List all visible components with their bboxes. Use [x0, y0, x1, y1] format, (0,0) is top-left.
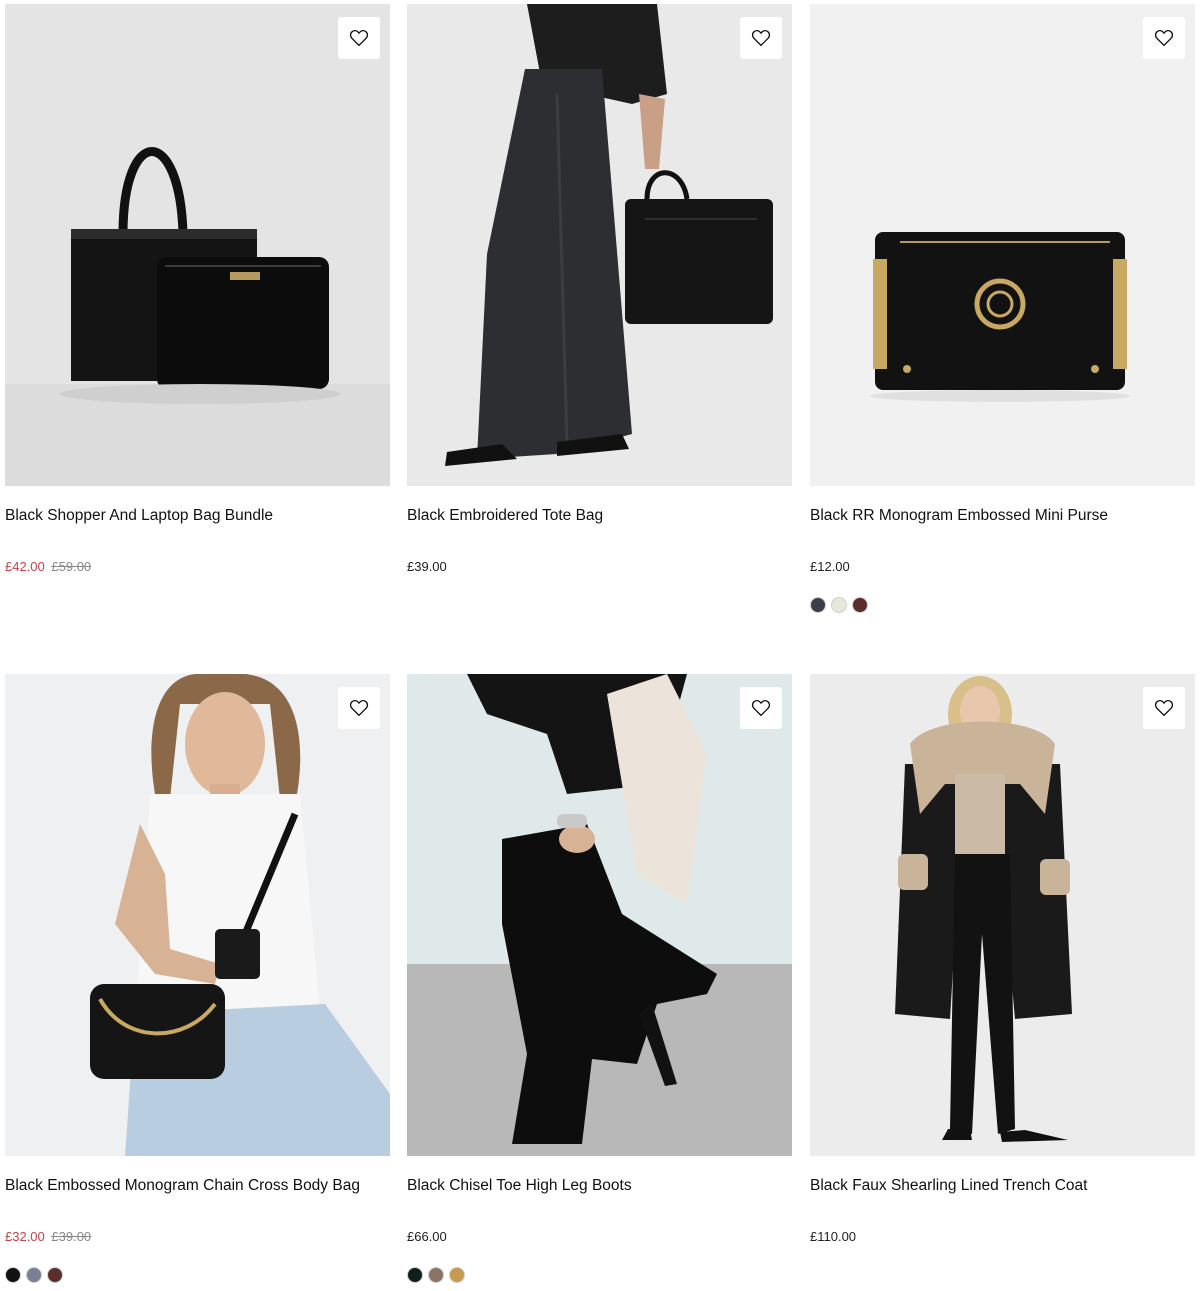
product-card[interactable]: Black RR Monogram Embossed Mini Purse £1… — [810, 4, 1195, 613]
heart-outline-icon — [1154, 700, 1174, 717]
product-grid: Black Shopper And Laptop Bag Bundle £42.… — [0, 0, 1200, 1291]
price: £12.00 — [810, 559, 850, 574]
heart-outline-icon — [751, 30, 771, 47]
wishlist-button[interactable] — [740, 17, 782, 59]
product-image[interactable] — [810, 4, 1195, 486]
price-row: £12.00 — [810, 559, 1195, 575]
heart-outline-icon — [349, 700, 369, 717]
product-card[interactable]: Black Embossed Monogram Chain Cross Body… — [5, 674, 390, 1283]
was-price: £39.00 — [51, 1229, 92, 1244]
color-swatch[interactable] — [449, 1267, 465, 1283]
color-swatches — [810, 597, 1195, 613]
color-swatch[interactable] — [810, 597, 826, 613]
product-card[interactable]: Black Shopper And Laptop Bag Bundle £42.… — [5, 4, 390, 575]
heart-outline-icon — [349, 30, 369, 47]
product-image[interactable] — [5, 674, 390, 1156]
product-title[interactable]: Black RR Monogram Embossed Mini Purse — [810, 506, 1195, 526]
product-card[interactable]: Black Chisel Toe High Leg Boots £66.00 — [407, 674, 792, 1283]
color-swatch[interactable] — [831, 597, 847, 613]
sale-price: £32.00 — [5, 1229, 45, 1244]
product-image[interactable] — [5, 4, 390, 486]
color-swatch[interactable] — [47, 1267, 63, 1283]
product-card[interactable]: Black Faux Shearling Lined Trench Coat £… — [810, 674, 1195, 1245]
wishlist-button[interactable] — [740, 687, 782, 729]
price: £110.00 — [810, 1229, 857, 1244]
color-swatch[interactable] — [407, 1267, 423, 1283]
product-photo — [407, 4, 792, 486]
color-swatches — [407, 1267, 792, 1283]
heart-outline-icon — [751, 700, 771, 717]
product-image[interactable] — [407, 674, 792, 1156]
price: £66.00 — [407, 1229, 447, 1244]
color-swatch[interactable] — [428, 1267, 444, 1283]
was-price: £59.00 — [51, 559, 92, 574]
price-row: £32.00 £39.00 — [5, 1229, 390, 1245]
product-photo — [5, 674, 390, 1156]
product-photo — [810, 674, 1195, 1156]
product-title[interactable]: Black Embroidered Tote Bag — [407, 506, 792, 526]
price-row: £42.00 £59.00 — [5, 559, 390, 575]
price-row: £110.00 — [810, 1229, 1195, 1245]
product-photo — [810, 4, 1195, 486]
color-swatch[interactable] — [5, 1267, 21, 1283]
color-swatch[interactable] — [852, 597, 868, 613]
product-title[interactable]: Black Chisel Toe High Leg Boots — [407, 1176, 792, 1196]
product-photo — [5, 4, 390, 486]
product-image[interactable] — [407, 4, 792, 486]
wishlist-button[interactable] — [338, 687, 380, 729]
sale-price: £42.00 — [5, 559, 45, 574]
product-title[interactable]: Black Embossed Monogram Chain Cross Body… — [5, 1176, 390, 1196]
price-row: £66.00 — [407, 1229, 792, 1245]
price: £39.00 — [407, 559, 447, 574]
product-image[interactable] — [810, 674, 1195, 1156]
wishlist-button[interactable] — [338, 17, 380, 59]
color-swatches — [5, 1267, 390, 1283]
price-row: £39.00 — [407, 559, 792, 575]
heart-outline-icon — [1154, 30, 1174, 47]
wishlist-button[interactable] — [1143, 17, 1185, 59]
product-card[interactable]: Black Embroidered Tote Bag £39.00 — [407, 4, 792, 575]
color-swatch[interactable] — [26, 1267, 42, 1283]
wishlist-button[interactable] — [1143, 687, 1185, 729]
product-title[interactable]: Black Shopper And Laptop Bag Bundle — [5, 506, 390, 526]
product-photo — [407, 674, 792, 1156]
product-title[interactable]: Black Faux Shearling Lined Trench Coat — [810, 1176, 1195, 1196]
